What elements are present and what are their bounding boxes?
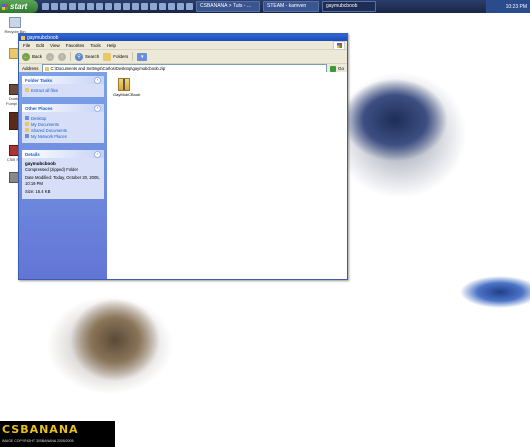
up-folder-button[interactable]: ↑ xyxy=(58,52,67,61)
details-modified: Date Modified: Today, October 20, 2005, … xyxy=(25,175,100,186)
folder-tasks-header[interactable]: Folder Tasks ^ xyxy=(22,76,104,84)
file-item[interactable]: GayMubCBoob xyxy=(113,78,140,97)
file-list[interactable]: GayMubCBoob xyxy=(107,72,347,279)
back-arrow-icon: ← xyxy=(22,52,30,61)
quick-launch-icon[interactable] xyxy=(186,3,193,10)
menu-bar: File Edit View Favorites Tools Help xyxy=(19,41,347,50)
quick-launch-icon[interactable] xyxy=(87,3,94,10)
quick-launch-icon[interactable] xyxy=(141,3,148,10)
details-name: gaymubcboob xyxy=(25,161,56,166)
network-icon xyxy=(25,134,29,138)
explorer-window[interactable]: gaymubcboob File Edit View Favorites Too… xyxy=(18,33,348,280)
go-label: Go xyxy=(337,66,344,71)
window-body: Folder Tasks ^ Extract all files Other P… xyxy=(19,72,347,279)
address-value: C:\Documents and Settings\Carlos\Desktop… xyxy=(50,66,166,71)
other-places-panel: Other Places ^ Desktop My Documents Shar… xyxy=(22,104,104,143)
zip-folder-icon xyxy=(21,35,25,40)
search-icon: ⚲ xyxy=(75,52,84,61)
details-size: Size: 16.4 KB xyxy=(25,189,51,194)
details-title: Details xyxy=(25,151,40,157)
back-label: Back xyxy=(32,54,43,59)
quick-launch-icon[interactable] xyxy=(150,3,157,10)
task-extract-all[interactable]: Extract all files xyxy=(25,87,101,93)
zip-folder-icon xyxy=(44,66,49,71)
start-button[interactable]: start xyxy=(0,0,38,13)
toolbar: ← Back → ↑ ⚲ Search Folders ▾ xyxy=(19,50,347,64)
quick-launch-icon[interactable] xyxy=(123,3,130,10)
file-name: GayMubCBoob xyxy=(113,92,141,97)
back-button[interactable]: ← Back xyxy=(22,52,43,61)
menu-favorites[interactable]: Favorites xyxy=(66,43,85,48)
folder-icon xyxy=(25,122,29,126)
system-tray: 10:23 PM xyxy=(486,0,530,13)
quick-launch-icon[interactable] xyxy=(105,3,112,10)
taskbar-button-csbanana[interactable]: CSBANANA > Tuts - ... xyxy=(196,1,260,12)
folder-icon xyxy=(25,128,29,132)
other-places-header[interactable]: Other Places ^ xyxy=(22,104,104,112)
toolbar-separator xyxy=(70,52,72,61)
menu-edit[interactable]: Edit xyxy=(36,43,44,48)
search-button[interactable]: ⚲ Search xyxy=(75,52,100,61)
quick-launch-icon[interactable] xyxy=(51,3,58,10)
extract-icon xyxy=(25,88,29,92)
quick-launch-icon[interactable] xyxy=(114,3,121,10)
quick-launch-icon[interactable] xyxy=(168,3,175,10)
quick-launch-icon[interactable] xyxy=(132,3,139,10)
details-type: Compressed (zipped) Folder xyxy=(25,167,79,172)
windows-logo-icon xyxy=(333,41,345,50)
quick-launch-icon[interactable] xyxy=(60,3,67,10)
taskbar-button-steam[interactable]: STEAM - kamven xyxy=(263,1,319,12)
go-button[interactable]: Go xyxy=(329,65,344,72)
folder-tasks-panel: Folder Tasks ^ Extract all files xyxy=(22,76,104,97)
menu-file[interactable]: File xyxy=(23,43,30,48)
folders-button[interactable]: Folders xyxy=(103,52,129,61)
collapse-chevron-icon[interactable]: ^ xyxy=(94,150,101,158)
quick-launch-icon[interactable] xyxy=(159,3,166,10)
clock: 10:23 PM xyxy=(505,3,527,10)
other-places-title: Other Places xyxy=(25,105,53,111)
quick-launch xyxy=(42,3,193,10)
quick-launch-icon[interactable] xyxy=(96,3,103,10)
taskbar: start CSBANANA > Tuts - ... STEAM - kamv… xyxy=(0,0,530,13)
search-label: Search xyxy=(85,54,100,59)
details-header[interactable]: Details ^ xyxy=(22,150,104,158)
menu-help[interactable]: Help xyxy=(107,43,116,48)
recycle-bin-icon xyxy=(9,17,21,28)
task-pane: Folder Tasks ^ Extract all files Other P… xyxy=(19,72,107,279)
collapse-chevron-icon[interactable]: ^ xyxy=(94,104,101,112)
quick-launch-icon[interactable] xyxy=(78,3,85,10)
zip-file-icon xyxy=(118,78,130,91)
desktop-icon xyxy=(25,116,29,120)
views-button[interactable]: ▾ xyxy=(137,52,148,61)
details-panel: Details ^ gaymubcboob Compressed (zipped… xyxy=(22,150,104,199)
go-arrow-icon xyxy=(329,65,336,72)
forward-button[interactable]: → xyxy=(46,52,55,61)
logo-copyright: IMAGE COPYRIGHT 300BANANA 2005/2005 xyxy=(2,439,74,443)
quick-launch-icon[interactable] xyxy=(177,3,184,10)
quick-launch-icon[interactable] xyxy=(42,3,49,10)
collapse-chevron-icon[interactable]: ^ xyxy=(94,76,101,84)
quick-launch-icon[interactable] xyxy=(69,3,76,10)
folders-icon xyxy=(103,52,112,61)
address-label: Address xyxy=(22,66,39,71)
csbanana-logo: CSBANANA IMAGE COPYRIGHT 300BANANA 2005/… xyxy=(0,421,115,447)
folder-tasks-title: Folder Tasks xyxy=(25,77,53,83)
start-label: start xyxy=(10,2,28,11)
taskbar-button-explorer[interactable]: gaymubcboob xyxy=(322,1,376,12)
toolbar-separator xyxy=(132,52,134,61)
desktop-icon-recycle-bin[interactable]: Recycle Bin xyxy=(4,17,26,34)
window-title: gaymubcboob xyxy=(27,34,59,41)
logo-text: CSBANANA xyxy=(2,423,79,436)
title-bar[interactable]: gaymubcboob xyxy=(19,34,347,41)
menu-tools[interactable]: Tools xyxy=(90,43,101,48)
folders-label: Folders xyxy=(113,54,129,59)
windows-flag-icon xyxy=(2,3,8,10)
place-my-network-places[interactable]: My Network Places xyxy=(25,133,101,139)
menu-view[interactable]: View xyxy=(50,43,60,48)
